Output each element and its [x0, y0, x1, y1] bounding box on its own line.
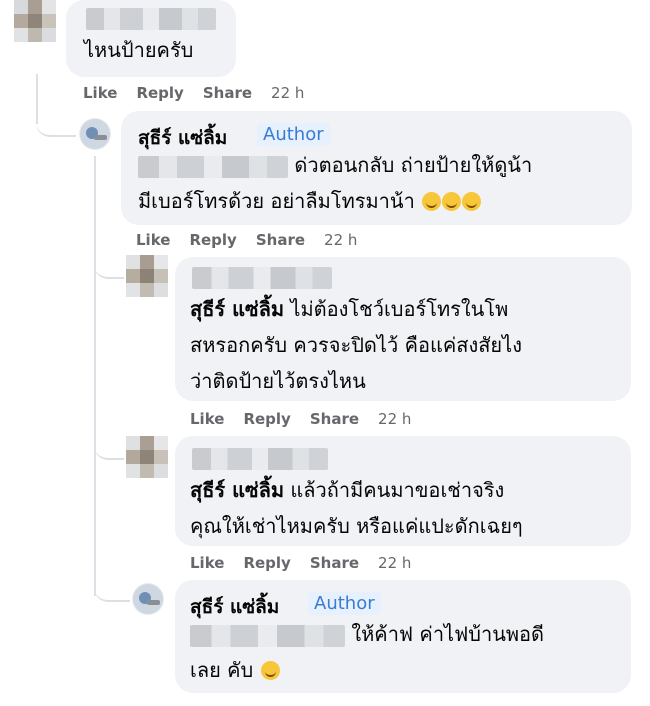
avatar[interactable] [126, 436, 168, 478]
mention-link[interactable]: สุธีร์ แซ่ลิ้ม [190, 297, 284, 321]
share-button[interactable]: Share [310, 410, 359, 428]
thread-curve-reply-2 [94, 255, 124, 279]
grin-emoji-icon [260, 661, 280, 680]
redacted-name [86, 8, 216, 30]
avatar[interactable] [126, 255, 168, 297]
reply-button[interactable]: Reply [136, 84, 183, 102]
comment-text: ด่วตอนกลับ ถ่ายป้ายให้ดูน้า มีเบอร์โทรด้… [138, 153, 533, 213]
comment-bubble: ไหนป้ายครับ [66, 0, 236, 77]
author-badge: Author [257, 123, 330, 146]
avatar[interactable] [132, 583, 164, 615]
thread-curve-reply-4 [94, 580, 130, 602]
comment-text: ไหนป้ายครับ [84, 38, 194, 62]
thread-curve-reply-1 [36, 105, 76, 137]
timestamp[interactable]: 22 h [324, 231, 357, 249]
author-badge: Author [308, 592, 381, 615]
comment-actions: Like Reply Share 22 h [83, 84, 323, 102]
comment-text: สุธีร์ แซ่ลิ้ม ไม่ต้องโชว์เบอร์โทรในโพ ส… [190, 297, 522, 393]
reply-button[interactable]: Reply [243, 554, 290, 572]
comment-text: สุธีร์ แซ่ลิ้ม แล้วถ้ามีคนมาขอเช่าจริง ค… [190, 478, 523, 538]
redacted-name [192, 267, 332, 289]
mention-link[interactable]: สุธีร์ แซ่ลิ้ม [190, 478, 284, 502]
redacted-mention [190, 624, 345, 647]
author-avatar-image [80, 119, 110, 149]
share-button[interactable]: Share [203, 84, 252, 102]
comment-actions: Like Reply Share 22 h [136, 231, 376, 249]
like-button[interactable]: Like [190, 554, 224, 572]
comment-actions: Like Reply Share 22 h [190, 554, 430, 572]
grin-emoji-icon [462, 192, 482, 211]
like-button[interactable]: Like [190, 410, 224, 428]
comment-actions: Like Reply Share 22 h [190, 410, 430, 428]
reply-button[interactable]: Reply [243, 410, 290, 428]
timestamp[interactable]: 22 h [378, 554, 411, 572]
comment-bubble: สุธีร์ แซ่ลิ้ม Author ให้ค้าฟ ค่าไฟบ้านพ… [175, 580, 631, 693]
redacted-name [192, 448, 328, 470]
redacted-mention [138, 155, 288, 178]
timestamp[interactable]: 22 h [271, 84, 304, 102]
grin-emoji-icon [422, 192, 442, 211]
author-avatar-image [133, 584, 163, 614]
like-button[interactable]: Like [136, 231, 170, 249]
comment-bubble: สุธีร์ แซ่ลิ้ม แล้วถ้ามีคนมาขอเช่าจริง ค… [175, 436, 631, 546]
share-button[interactable]: Share [256, 231, 305, 249]
thread-line-nested [94, 156, 96, 596]
avatar[interactable] [14, 0, 56, 42]
like-button[interactable]: Like [83, 84, 117, 102]
comment-bubble: สุธีร์ แซ่ลิ้ม Author ด่วตอนกลับ ถ่ายป้า… [121, 111, 632, 225]
avatar[interactable] [79, 118, 111, 150]
thread-curve-reply-3 [94, 436, 124, 460]
share-button[interactable]: Share [310, 554, 359, 572]
timestamp[interactable]: 22 h [378, 410, 411, 428]
grin-emoji-icon [442, 192, 462, 211]
reply-button[interactable]: Reply [189, 231, 236, 249]
comment-bubble: สุธีร์ แซ่ลิ้ม ไม่ต้องโชว์เบอร์โทรในโพ ส… [175, 257, 631, 401]
comment-text: ให้ค้าฟ ค่าไฟบ้านพอดี เลย คับ [190, 622, 545, 682]
